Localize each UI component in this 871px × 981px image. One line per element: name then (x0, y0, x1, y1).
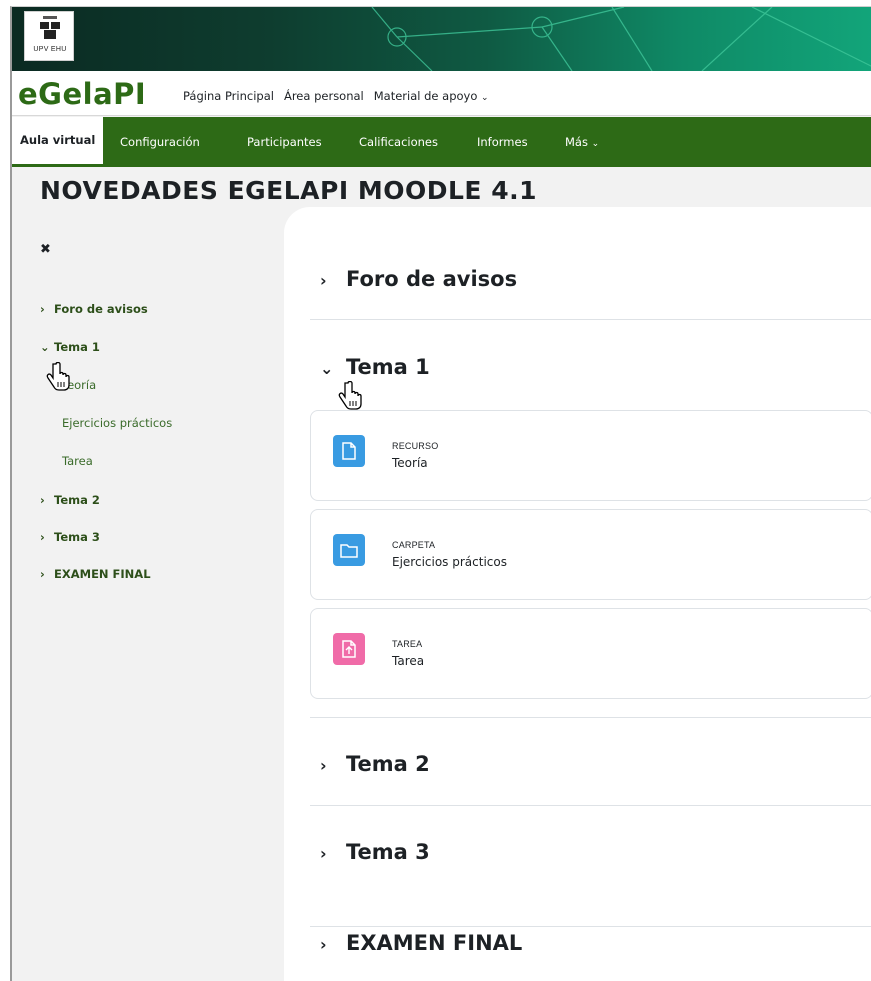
site-banner: UPV EHU (12, 7, 871, 71)
university-emblem-icon (40, 16, 60, 39)
activity-type-label: TAREA (392, 639, 423, 649)
course-index-label: Tema 3 (54, 530, 100, 544)
chevron-right-icon: › (40, 567, 45, 581)
course-index-item-ejercicios[interactable]: Ejercicios prácticos (62, 416, 172, 430)
section-divider (310, 926, 871, 927)
section-header-tema2[interactable]: › Tema 2 (320, 752, 430, 776)
chevron-right-icon: › (40, 530, 45, 544)
course-index-label: EXAMEN FINAL (54, 567, 151, 581)
course-index-item-tema3[interactable]: › Tema 3 (40, 530, 100, 544)
section-title: Tema 2 (346, 752, 430, 776)
chevron-down-icon: ⌄ (481, 93, 489, 103)
course-index-item-examen[interactable]: › EXAMEN FINAL (40, 567, 151, 581)
tab-grades[interactable]: Calificaciones (359, 117, 438, 167)
chevron-right-icon: › (320, 844, 327, 863)
course-index-label: Foro de avisos (54, 302, 148, 316)
course-index-item-foro[interactable]: › Foro de avisos (40, 302, 148, 316)
section-header-examen[interactable]: › EXAMEN FINAL (320, 931, 522, 955)
banner-network-graphic (371, 7, 871, 71)
tab-reports[interactable]: Informes (477, 117, 528, 167)
section-header-foro[interactable]: › Foro de avisos (320, 267, 517, 291)
file-icon (333, 435, 365, 467)
site-brand[interactable]: eGelaPI (18, 77, 146, 111)
section-title: Foro de avisos (346, 267, 518, 291)
activity-type-label: CARPETA (392, 540, 436, 550)
course-index-label: Tema 1 (54, 340, 100, 354)
section-divider (310, 805, 871, 806)
chevron-right-icon: › (320, 935, 327, 954)
section-divider (310, 717, 871, 718)
section-header-tema1[interactable]: ⌄ Tema 1 (320, 355, 430, 379)
tab-participants[interactable]: Participantes (247, 117, 322, 167)
section-title: Tema 3 (346, 840, 430, 864)
activity-card-assignment[interactable]: TAREA Tarea (310, 608, 871, 699)
chevron-right-icon: › (320, 756, 327, 775)
close-icon[interactable]: ✖ (40, 242, 51, 257)
page-title: NOVEDADES EGELAPI MOODLE 4.1 (40, 176, 537, 205)
course-index-item-tarea[interactable]: Tarea (62, 454, 93, 468)
chevron-right-icon: › (40, 493, 45, 507)
section-header-tema3[interactable]: › Tema 3 (320, 840, 430, 864)
hand-pointer-cursor-icon (338, 381, 362, 410)
chevron-right-icon: › (40, 302, 45, 316)
tab-settings[interactable]: Configuración (120, 117, 200, 167)
hand-pointer-cursor-icon (46, 362, 70, 391)
assignment-upload-icon (333, 633, 365, 665)
course-content: › Foro de avisos ⌄ Tema 1 RECURSO Teoría (284, 207, 871, 981)
logo-caption: UPV EHU (33, 46, 67, 53)
course-index-item-tema1[interactable]: ⌄ Tema 1 (40, 340, 100, 354)
course-index-label: Tema 2 (54, 493, 100, 507)
activity-card-folder[interactable]: CARPETA Ejercicios prácticos (310, 509, 871, 600)
course-index-item-tema2[interactable]: › Tema 2 (40, 493, 100, 507)
upv-ehu-logo[interactable]: UPV EHU (24, 11, 74, 61)
tab-more[interactable]: Más ⌄ (565, 117, 599, 167)
chevron-down-icon: ⌄ (591, 139, 600, 149)
primary-navbar: eGelaPI Página Principal Área personal M… (12, 71, 871, 116)
activity-name-link[interactable]: Tarea (392, 654, 424, 668)
folder-icon (333, 534, 365, 566)
browser-viewport: UPV EHU eGelaPI Página Principal Área pe… (10, 6, 871, 981)
chevron-right-icon: › (320, 271, 327, 290)
section-title: EXAMEN FINAL (346, 931, 523, 955)
activity-name-link[interactable]: Teoría (392, 456, 428, 470)
course-secondary-nav: Aula virtual Configuración Participantes… (12, 117, 871, 167)
section-divider (310, 319, 871, 320)
primary-nav-links: Página Principal Área personal Material … (183, 89, 489, 103)
chevron-down-icon: ⌄ (40, 340, 50, 354)
nav-link-dashboard[interactable]: Área personal (284, 89, 364, 103)
section-title: Tema 1 (346, 355, 430, 379)
activity-card-resource[interactable]: RECURSO Teoría (310, 410, 871, 501)
activity-name-link[interactable]: Ejercicios prácticos (392, 555, 507, 569)
chevron-down-icon: ⌄ (320, 359, 334, 378)
tab-course[interactable]: Aula virtual (12, 117, 104, 167)
course-index-drawer: ✖ › Foro de avisos ⌄ Tema 1 Teoría Ejercic… (12, 212, 284, 981)
nav-link-support-material[interactable]: Material de apoyo ⌄ (374, 89, 489, 103)
activity-type-label: RECURSO (392, 441, 439, 451)
nav-link-home[interactable]: Página Principal (183, 89, 274, 103)
